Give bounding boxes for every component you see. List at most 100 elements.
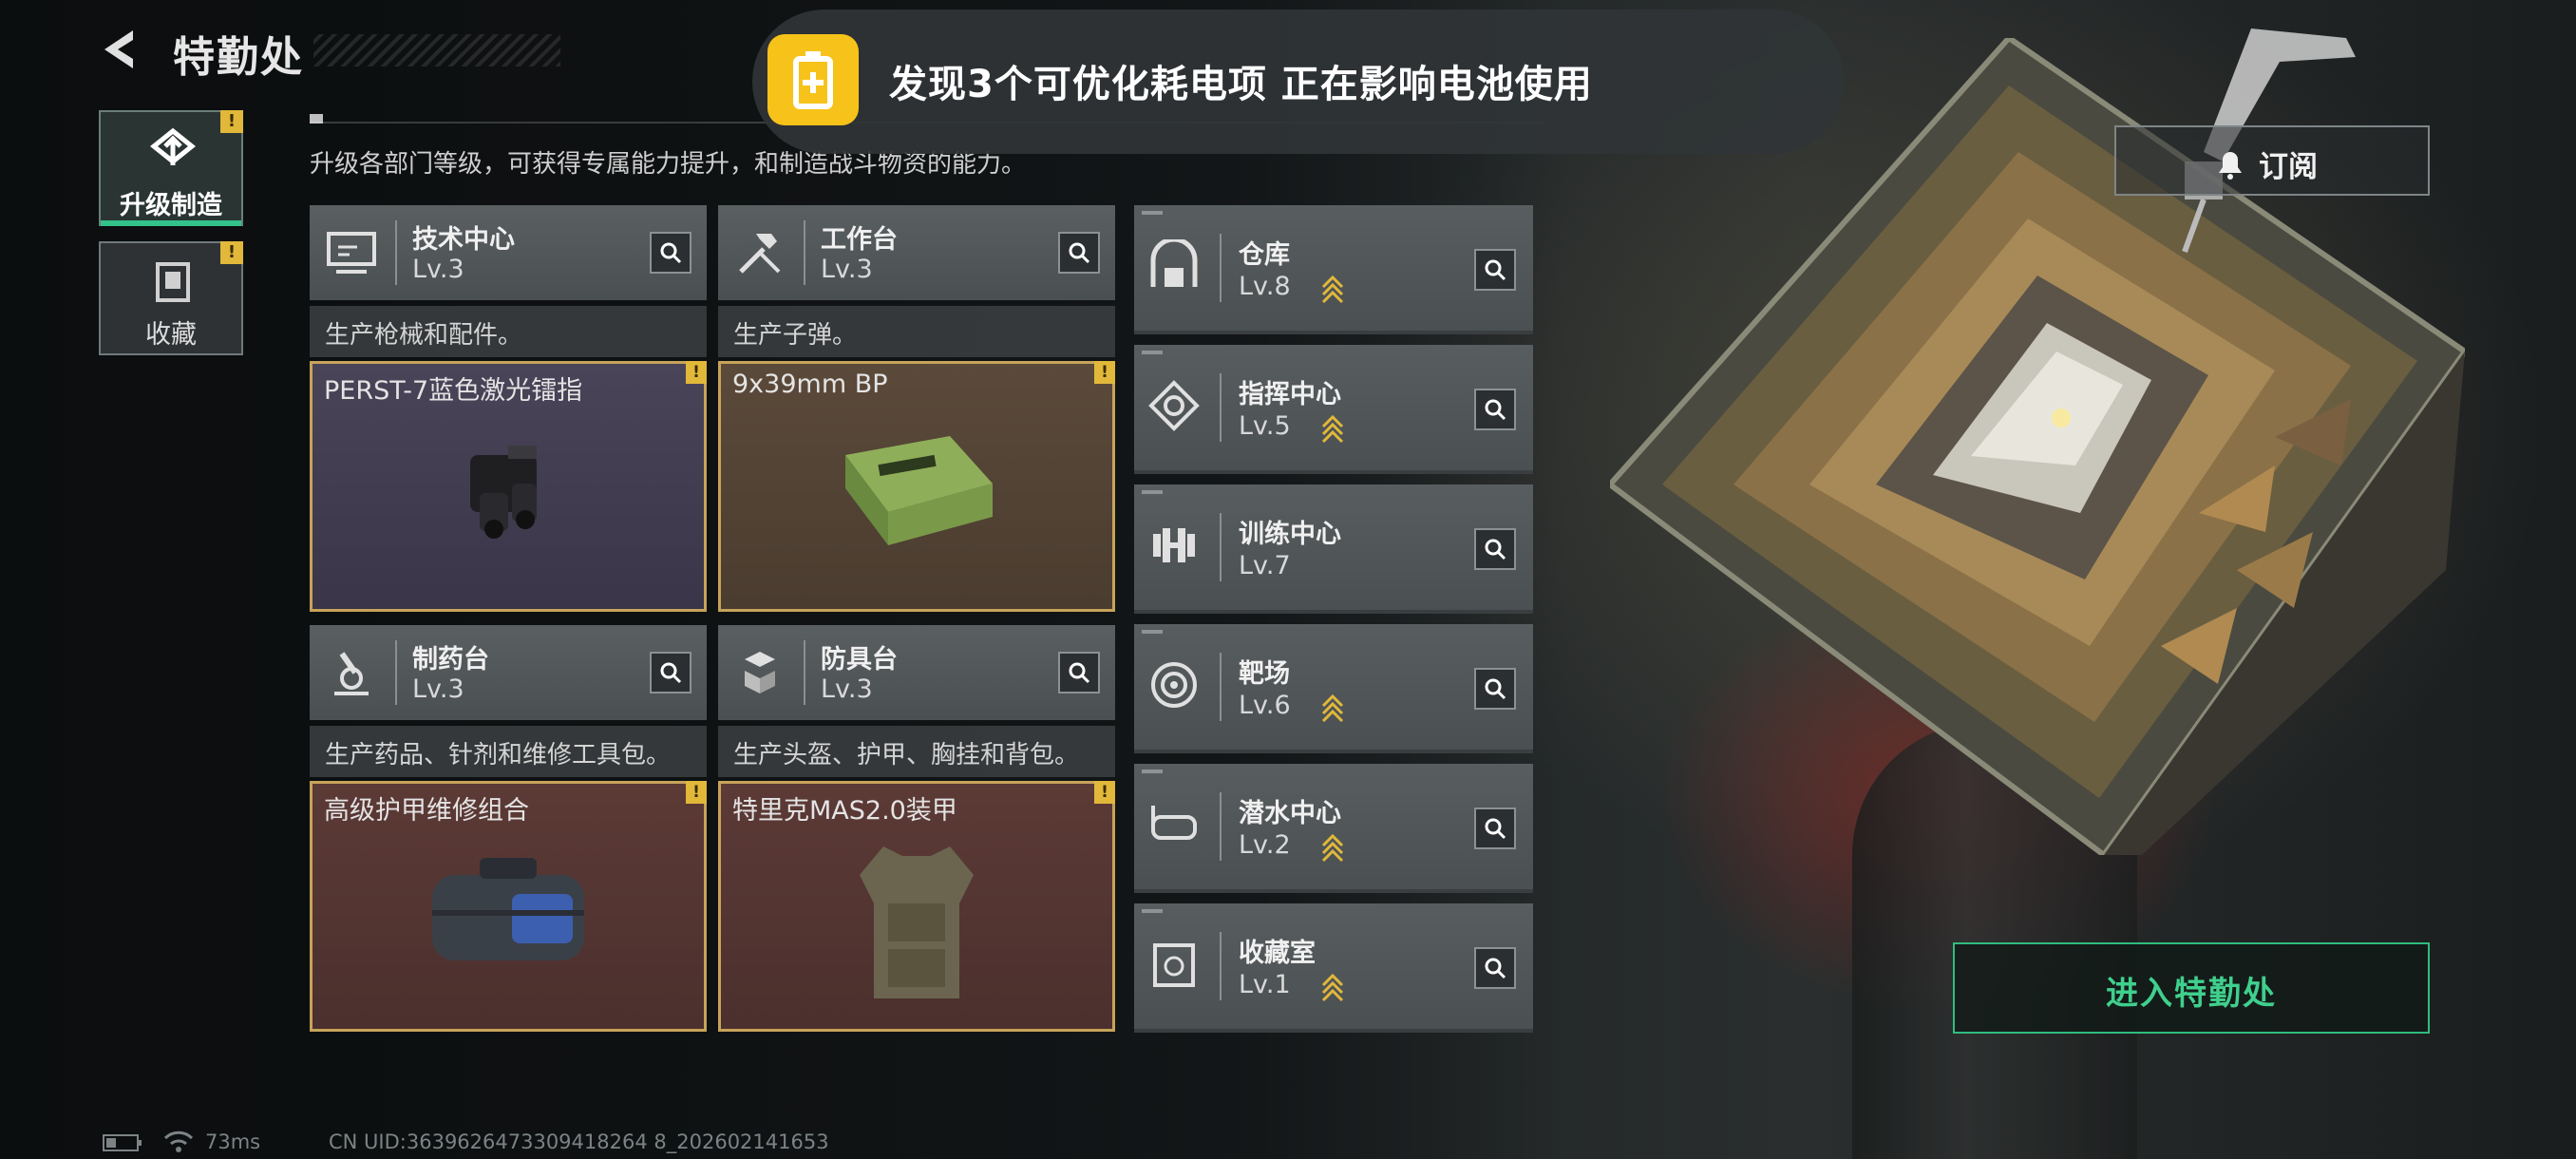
battery-icon <box>103 1134 142 1151</box>
wifi-icon <box>163 1130 194 1152</box>
search-icon <box>1485 399 1506 421</box>
station-name: 制药台 <box>412 645 489 674</box>
laser-device-art <box>470 446 537 539</box>
facility-level: Lv.8 <box>1239 272 1291 301</box>
crafting-item-slot[interactable]: 高级护甲维修组合 <box>310 781 707 1032</box>
search-icon <box>1069 242 1090 264</box>
station-pharmacy[interactable]: 制药台 Lv.3 <box>310 625 707 720</box>
item-name: 高级护甲维修组合 <box>324 796 529 826</box>
station-name: 工作台 <box>821 225 898 255</box>
item-name: 特里克MAS2.0装甲 <box>732 796 957 826</box>
search-button[interactable] <box>1474 249 1516 291</box>
search-button[interactable] <box>650 232 691 274</box>
item-name: 9x39mm BP <box>732 370 888 399</box>
search-icon <box>1485 958 1506 979</box>
alert-badge <box>1094 781 1115 804</box>
upgrade-chevrons-icon <box>1321 694 1344 723</box>
divider <box>395 220 397 285</box>
upgrade-chevrons-icon <box>1321 833 1344 863</box>
alert-badge <box>686 781 707 804</box>
subscribe-button[interactable]: 订阅 <box>2114 125 2430 196</box>
bell-icon <box>2219 152 2242 180</box>
command-center-icon <box>1148 380 1200 431</box>
ping-readout: 73ms <box>205 1130 261 1153</box>
search-button[interactable] <box>1474 389 1516 430</box>
search-icon <box>1069 662 1090 684</box>
divider <box>1220 653 1222 721</box>
repair-kit-bag-art <box>432 858 584 960</box>
facility-command-center[interactable]: 指挥中心 Lv.5 <box>1134 345 1533 474</box>
alert-badge <box>686 361 707 384</box>
search-icon <box>660 662 682 684</box>
back-arrow-icon[interactable] <box>95 25 144 74</box>
crafting-item-slot[interactable]: PERST-7蓝色激光镭指 <box>310 361 707 612</box>
station-tech-center[interactable]: 技术中心 Lv.3 <box>310 205 707 300</box>
search-icon <box>1485 818 1506 840</box>
alert-badge <box>1094 361 1115 384</box>
facility-name: 靶场 <box>1239 659 1290 689</box>
facility-name: 收藏室 <box>1239 939 1316 968</box>
tab-label: 收藏 <box>145 320 197 350</box>
enter-button-label: 进入特勤处 <box>2106 975 2277 1013</box>
title-decoration <box>313 34 560 66</box>
divider <box>804 640 805 705</box>
search-icon <box>1485 539 1506 560</box>
search-button[interactable] <box>1474 528 1516 570</box>
divider <box>1220 234 1222 302</box>
facility-name: 仓库 <box>1239 240 1290 270</box>
facility-level: Lv.7 <box>1239 551 1291 580</box>
hammer-wrench-icon <box>739 234 781 274</box>
facility-level: Lv.1 <box>1239 970 1291 999</box>
facility-training-center[interactable]: 训练中心 Lv.7 <box>1134 484 1533 614</box>
collection-room-icon <box>1153 943 1195 987</box>
upgrade-chevrons-icon <box>1321 275 1344 304</box>
search-button[interactable] <box>1058 232 1100 274</box>
station-workbench[interactable]: 工作台 Lv.3 <box>718 205 1115 300</box>
search-button[interactable] <box>1058 652 1100 694</box>
enter-special-ops-button[interactable]: 进入特勤处 <box>1953 942 2430 1034</box>
search-button[interactable] <box>1474 668 1516 710</box>
crafting-item-slot[interactable]: 9x39mm BP <box>718 361 1115 612</box>
computer-icon <box>327 232 376 274</box>
tab-upgrade-craft[interactable]: 升级制造 <box>99 110 243 226</box>
station-armor[interactable]: 防具台 Lv.3 <box>718 625 1115 720</box>
ammo-box-art <box>845 436 993 545</box>
crafting-item-slot[interactable]: 特里克MAS2.0装甲 <box>718 781 1115 1032</box>
station-description: 生产头盔、护甲、胸挂和背包。 <box>718 726 1115 777</box>
user-uid: CN UID:3639626473309418264 8_20260214165… <box>329 1130 829 1153</box>
search-button[interactable] <box>1474 947 1516 989</box>
divider <box>804 220 805 285</box>
station-level: Lv.3 <box>821 674 873 704</box>
facility-level: Lv.6 <box>1239 691 1291 720</box>
facility-shooting-range[interactable]: 靶场 Lv.6 <box>1134 624 1533 753</box>
search-button[interactable] <box>1474 808 1516 849</box>
station-description: 生产子弹。 <box>718 306 1115 357</box>
notification-text: 发现3个可优化耗电项 正在影响电池使用 <box>889 63 1593 106</box>
subscribe-label: 订阅 <box>2259 150 2318 184</box>
search-icon <box>1485 678 1506 700</box>
search-button[interactable] <box>650 652 691 694</box>
armor-blocks-icon <box>745 652 775 694</box>
facility-level: Lv.2 <box>1239 830 1291 860</box>
station-description: 生产药品、针剂和维修工具包。 <box>310 726 707 777</box>
station-description: 生产枪械和配件。 <box>310 306 707 357</box>
station-level: Lv.3 <box>412 255 464 284</box>
facility-name: 潜水中心 <box>1239 799 1341 828</box>
facility-name: 训练中心 <box>1239 520 1341 549</box>
divider <box>1220 513 1222 581</box>
active-tab-indicator <box>101 220 241 226</box>
tab-collection[interactable]: 收藏 <box>99 241 243 355</box>
upgrade-chevrons-icon <box>1321 414 1344 444</box>
target-icon <box>1151 662 1197 708</box>
battery-saver-icon <box>767 34 859 125</box>
search-icon <box>1485 259 1506 281</box>
upgrade-icon <box>150 127 196 165</box>
facility-collection-room[interactable]: 收藏室 Lv.1 <box>1134 903 1533 1033</box>
tab-label: 升级制造 <box>120 191 222 220</box>
facility-warehouse[interactable]: 仓库 Lv.8 <box>1134 205 1533 334</box>
facility-name: 指挥中心 <box>1239 380 1341 409</box>
dumbbell-icon <box>1153 528 1195 562</box>
facility-diving-center[interactable]: 潜水中心 Lv.2 <box>1134 764 1533 893</box>
station-level: Lv.3 <box>821 255 873 284</box>
alert-badge <box>220 241 243 264</box>
